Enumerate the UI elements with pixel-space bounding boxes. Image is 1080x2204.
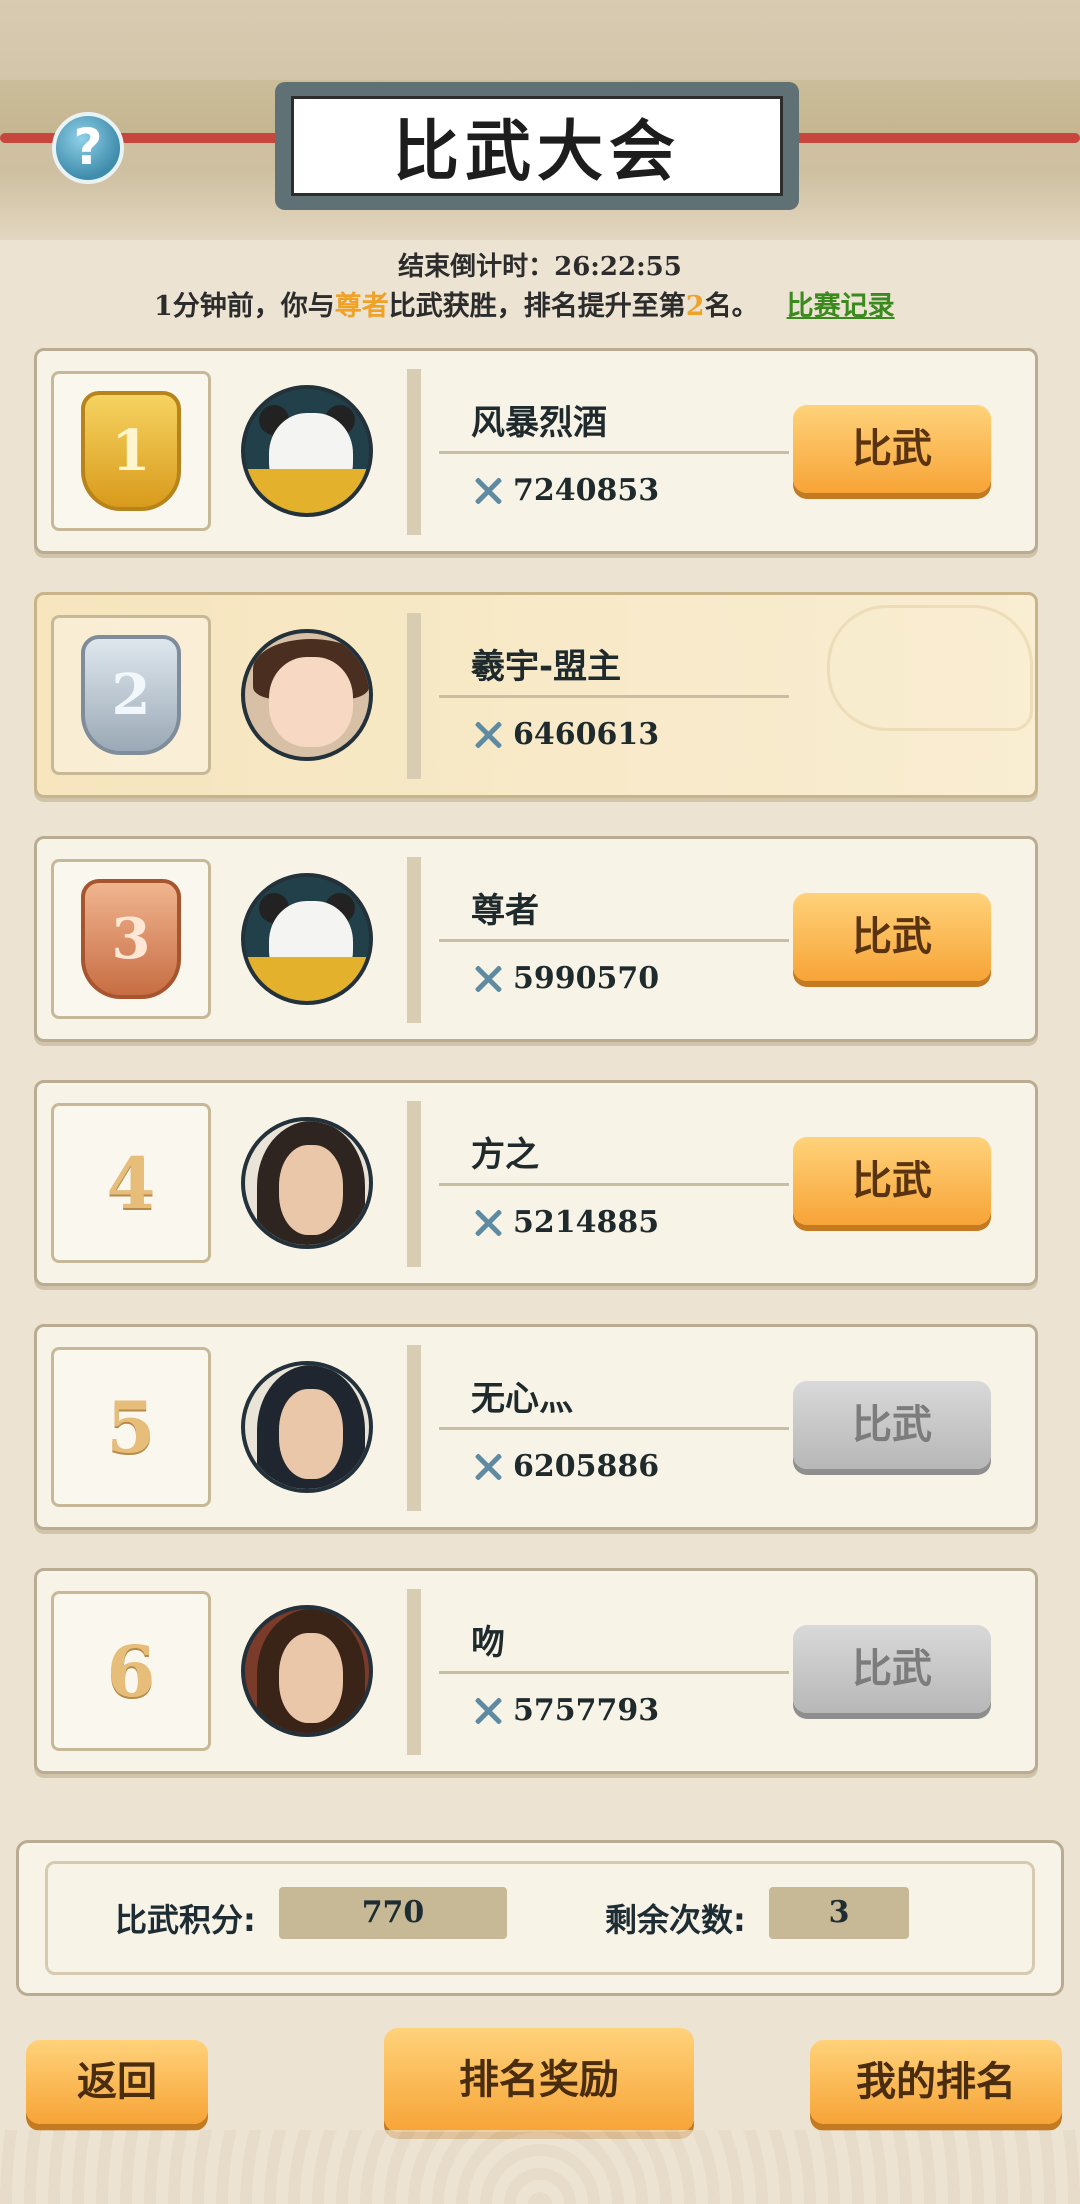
challenge-button-disabled[interactable]: 比武 [793,1381,991,1469]
power-row: 6205886 [471,1449,659,1484]
rope-decoration-right [780,133,1080,143]
power-value: 6205886 [513,1449,660,1484]
page-title: 比武大会 [393,113,681,190]
silver-medal-icon: 2 [81,635,181,755]
rope-decoration-left [0,133,300,143]
ranking-card-1: 1 风暴烈酒 7240853 比武 [34,348,1038,554]
rank-number: 2 [111,662,151,728]
power-row: 5214885 [471,1205,659,1240]
avatar[interactable] [241,1117,373,1249]
notice-prefix: 1分钟前，你与 [154,291,335,322]
player-name: 无心灬 [471,1379,573,1419]
bronze-medal-icon: 3 [81,879,181,999]
rank-box: 6 [51,1591,211,1751]
battle-notice: 1分钟前，你与尊者比武获胜，排名提升至第2名。 比赛记录 [154,284,954,323]
power-value: 6460613 [513,717,660,752]
rank-box: 5 [51,1347,211,1507]
remaining-label: 剩余次数: [605,1901,746,1939]
remaining-value: 3 [769,1887,909,1939]
notice-mid: 比武获胜，排名提升至第 [388,291,686,322]
avatar[interactable] [241,1361,373,1493]
power-value: 5990570 [513,961,660,996]
avatar[interactable] [241,629,373,761]
power-value: 7240853 [513,473,660,508]
challenge-button[interactable]: 比武 [793,1137,991,1225]
stats-panel: 比武积分: 770 剩余次数: 3 [16,1840,1064,1996]
rank-reward-button[interactable]: 排名奖励 [384,2028,694,2132]
score-label: 比武积分: [115,1901,256,1939]
player-name: 风暴烈酒 [471,403,607,443]
notice-suffix: 名。 [704,291,759,322]
rank-box: 2 [51,615,211,775]
rank-box: 4 [51,1103,211,1263]
player-info: 羲宇-盟主 6460613 [407,613,1022,779]
rank-number: 4 [106,1141,156,1225]
title-frame: 比武大会 [291,96,783,196]
challenge-button-disabled[interactable]: 比武 [793,1625,991,1713]
back-button[interactable]: 返回 [26,2040,208,2124]
player-name: 吻 [471,1623,505,1663]
avatar[interactable] [241,385,373,517]
power-row: 6460613 [471,717,659,752]
power-value: 5757793 [513,1693,660,1728]
ranking-card-5: 5 无心灬 6205886 比武 [34,1324,1038,1530]
rank-number: 5 [106,1385,156,1469]
ranking-card-2: 2 羲宇-盟主 6460613 [34,592,1038,798]
crossed-swords-icon [471,1450,505,1484]
footer-pattern [0,2130,1080,2204]
player-name: 尊者 [471,891,539,931]
ranking-card-6: 6 吻 5757793 比武 [34,1568,1038,1774]
player-name: 方之 [471,1135,539,1175]
title-plate: 比武大会 [275,82,799,210]
gold-medal-icon: 1 [81,391,181,511]
challenge-button[interactable]: 比武 [793,405,991,493]
power-row: 5757793 [471,1693,659,1728]
crossed-swords-icon [471,962,505,996]
rank-number: 3 [111,906,151,972]
rank-box: 1 [51,371,211,531]
crossed-swords-icon [471,474,505,508]
countdown-timer: 结束倒计时：26:22:55 [398,252,682,282]
crossed-swords-icon [471,1206,505,1240]
avatar[interactable] [241,1605,373,1737]
question-mark-icon: ? [73,118,103,176]
rank-number: 1 [111,418,151,484]
notice-opponent: 尊者 [334,291,389,322]
challenge-button[interactable]: 比武 [793,893,991,981]
power-row: 5990570 [471,961,659,996]
rank-number: 6 [106,1629,156,1713]
rank-box: 3 [51,859,211,1019]
crossed-swords-icon [471,1694,505,1728]
avatar[interactable] [241,873,373,1005]
ranking-card-3: 3 尊者 5990570 比武 [34,836,1038,1042]
power-value: 5214885 [513,1205,660,1240]
notice-rank: 2 [685,291,705,322]
player-name: 羲宇-盟主 [471,647,622,687]
score-value: 770 [279,1887,507,1939]
match-record-link[interactable]: 比赛记录 [787,291,895,322]
crossed-swords-icon [471,718,505,752]
my-rank-button[interactable]: 我的排名 [810,2040,1062,2124]
ranking-card-4: 4 方之 5214885 比武 [34,1080,1038,1286]
help-button[interactable]: ? [52,112,124,184]
power-row: 7240853 [471,473,659,508]
